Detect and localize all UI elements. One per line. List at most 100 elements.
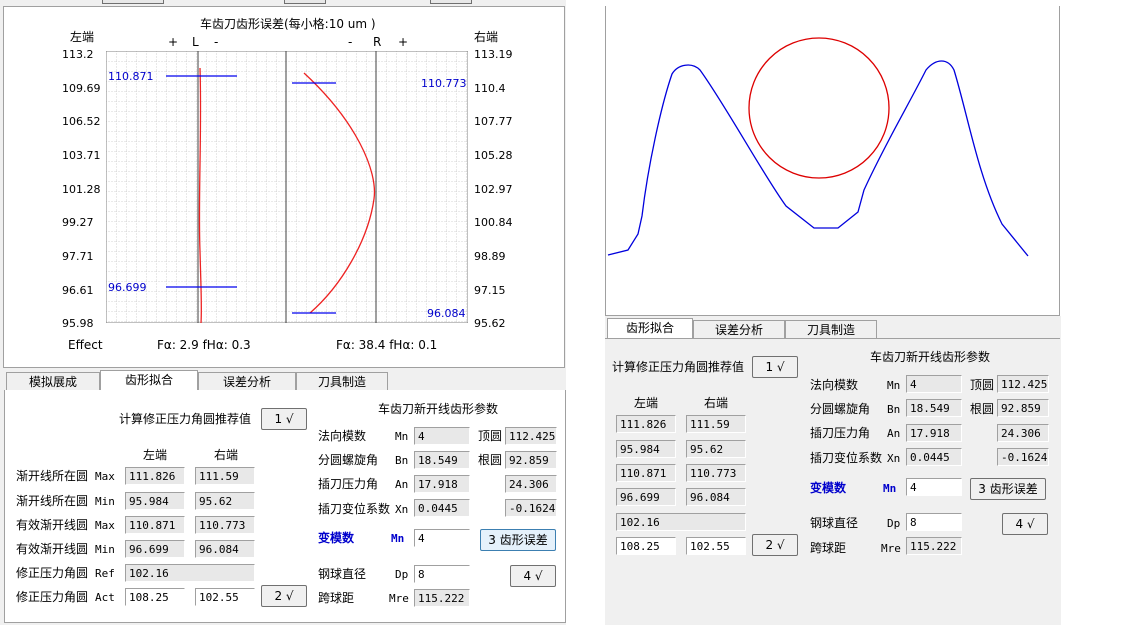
act-left-input[interactable]: 108.25	[125, 588, 185, 606]
tab-tool-make-2[interactable]: 刀具制造	[785, 320, 877, 338]
chart-right-end-label: 右端	[474, 30, 499, 44]
mn-field: 4	[414, 427, 470, 445]
inv-min-right-field: 95.62	[195, 492, 255, 510]
mn-code-2: Mn	[887, 379, 901, 392]
xn-code: Xn	[395, 503, 409, 516]
calc-recommend-button[interactable]: 1 √	[261, 408, 307, 430]
tab-tooth-fit[interactable]: 齿形拟合	[100, 370, 198, 390]
inv-max-right-field: 111.59	[195, 467, 255, 485]
dp-label: 钢球直径	[318, 567, 367, 581]
chart-r-plus: +	[398, 35, 409, 49]
left-top-value: 110.871	[108, 70, 154, 83]
right-tick: 107.77	[474, 115, 513, 128]
var-module-label: 变模数	[318, 531, 355, 545]
left-tick: 109.69	[62, 82, 101, 95]
bn-code-2: Bn	[887, 403, 901, 416]
mre-label: 跨球距	[318, 591, 355, 605]
var-module-label-2: 变模数	[810, 481, 847, 495]
params-title: 车齿刀新开线齿形参数	[378, 402, 499, 416]
right-bottom-value: 96.084	[427, 307, 466, 320]
row-label: 有效渐开线圆	[16, 542, 89, 556]
eff-max-left-field: 110.871	[125, 516, 185, 534]
recommend-label-2: 计算修正压力角圆推荐值	[612, 360, 745, 374]
step4-button-2[interactable]: 4 √	[1002, 513, 1048, 535]
mn-label-2: 法向模数	[810, 378, 859, 392]
var-module-input[interactable]: 4	[414, 529, 470, 547]
top-circle-label: 顶圆	[478, 429, 503, 443]
xn-code-2: Xn	[887, 452, 901, 465]
extra1-field: 24.306	[505, 475, 557, 493]
an-code: An	[395, 478, 409, 491]
r-inv-max-right: 111.59	[686, 415, 746, 433]
ref-value-field: 102.16	[125, 564, 255, 582]
row-code: Min	[95, 495, 115, 508]
top-circle-field: 112.425	[505, 427, 557, 445]
right-tick: 110.4	[474, 82, 506, 95]
tab-error-analysis-2[interactable]: 误差分析	[693, 320, 785, 338]
r-inv-min-left: 95.984	[616, 440, 676, 458]
r-inv-max-left: 111.826	[616, 415, 676, 433]
step4-button[interactable]: 4 √	[510, 565, 556, 587]
r-ref-field: 102.16	[616, 513, 746, 531]
eff-min-left-field: 96.699	[125, 540, 185, 558]
ref-code: Ref	[95, 567, 115, 580]
row-label: 渐开线所在圆	[16, 494, 89, 508]
bn-label-2: 分圆螺旋角	[810, 402, 871, 416]
extra1-field-2: 24.306	[997, 424, 1049, 442]
chart-r-minus: -	[348, 35, 353, 49]
effect-label: Effect	[68, 338, 103, 352]
recommend-label: 计算修正压力角圆推荐值	[119, 412, 252, 426]
left-bottom-value: 96.699	[108, 281, 147, 294]
var-module-input-2[interactable]: 4	[906, 478, 962, 496]
tooth-error-button-2[interactable]: 3 齿形误差	[970, 478, 1046, 500]
tab-simulate[interactable]: 模拟展成	[6, 372, 100, 390]
r-act-right-input[interactable]: 102.55	[686, 537, 746, 555]
dp-input-2[interactable]: 8	[906, 513, 962, 531]
calc-recommend-button-2[interactable]: 1 √	[752, 356, 798, 378]
tab-tool-make[interactable]: 刀具制造	[296, 372, 388, 390]
left-tick: 103.71	[62, 149, 101, 162]
row-code: Min	[95, 543, 115, 556]
left-tick: 97.71	[62, 250, 94, 263]
toolbar-button-stub-1[interactable]	[102, 0, 164, 4]
right-effect-values: Fα: 38.4 fHα: 0.1	[336, 338, 438, 352]
var-module-code: Mn	[391, 532, 405, 545]
params-title-2: 车齿刀新开线齿形参数	[870, 350, 991, 364]
dp-input[interactable]: 8	[414, 565, 470, 583]
left-effect-values: Fα: 2.9 fHα: 0.3	[157, 338, 251, 352]
act-right-input[interactable]: 102.55	[195, 588, 255, 606]
row-label: 渐开线所在圆	[16, 469, 89, 483]
an-field: 17.918	[414, 475, 470, 493]
xn-field-2: 0.0445	[906, 448, 962, 466]
toolbar-button-stub-2[interactable]	[284, 0, 326, 4]
right-tick: 100.84	[474, 216, 513, 229]
act-label: 修正压力角圆	[16, 590, 89, 604]
error-chart-plot	[106, 51, 468, 323]
tooth-profile-left	[607, 60, 1029, 257]
row-label: 有效渐开线圆	[16, 518, 89, 532]
r-act-left-input[interactable]: 108.25	[616, 537, 676, 555]
apply-act-button[interactable]: 2 √	[261, 585, 307, 607]
right-tick: 105.28	[474, 149, 513, 162]
mn-field-2: 4	[906, 375, 962, 393]
mre-code: Mre	[389, 592, 409, 605]
tab-error-analysis[interactable]: 误差分析	[198, 372, 296, 390]
r-eff-min-left: 96.699	[616, 488, 676, 506]
root-circle-label-2: 根圆	[970, 402, 995, 416]
an-field-2: 17.918	[906, 424, 962, 442]
dp-code: Dp	[395, 568, 409, 581]
right-tick: 97.15	[474, 284, 506, 297]
r-eff-max-right: 110.773	[686, 464, 746, 482]
tab-tooth-fit-2[interactable]: 齿形拟合	[607, 318, 693, 338]
dp-label-2: 钢球直径	[810, 516, 859, 530]
toolbar-button-stub-3[interactable]	[430, 0, 472, 4]
apply-act-button-2[interactable]: 2 √	[752, 534, 798, 556]
tooth-error-button[interactable]: 3 齿形误差	[480, 529, 556, 551]
act-code: Act	[95, 591, 115, 604]
extra2-field-2: -0.1624	[997, 448, 1049, 466]
right-tick: 98.89	[474, 250, 506, 263]
chart-r-label: R	[373, 35, 382, 49]
var-module-code-2: Mn	[883, 482, 897, 495]
bn-code: Bn	[395, 454, 409, 467]
right-tick: 113.19	[474, 48, 513, 61]
